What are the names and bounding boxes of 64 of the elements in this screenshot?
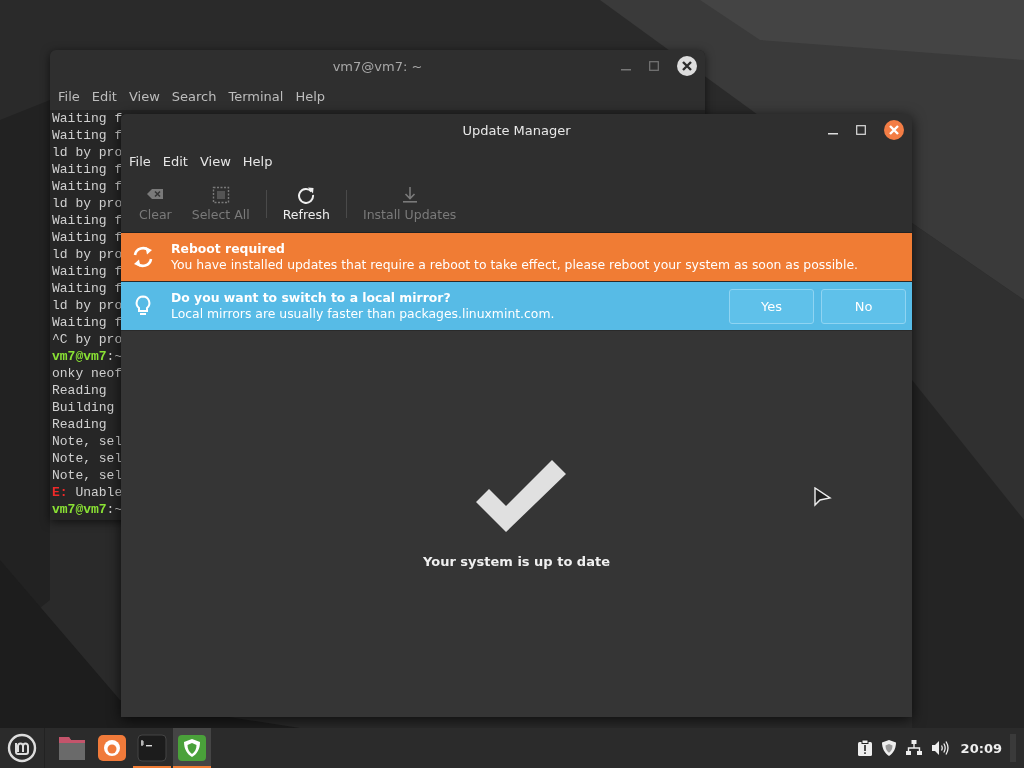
toolbar-button[interactable]: Refresh — [272, 184, 340, 224]
terminal-line: Reading — [52, 382, 107, 399]
terminal-line: Waiting f — [52, 161, 123, 178]
terminal-line: Unable — [74, 484, 123, 501]
terminal-line: Waiting f — [52, 127, 123, 144]
selection-icon — [211, 186, 230, 204]
status-text: Your system is up to date — [423, 553, 610, 569]
prompt-user: vm7@vm7 — [52, 501, 107, 518]
menu-item[interactable]: File — [52, 86, 86, 106]
terminal-line: Waiting f — [52, 110, 123, 127]
shield-icon — [177, 734, 207, 762]
terminal-line: Waiting f — [52, 229, 123, 246]
menu-item[interactable]: Edit — [85, 86, 123, 106]
prompt-user: vm7@vm7 — [52, 348, 107, 365]
window-title: vm7@vm7: ~ — [332, 58, 423, 74]
terminal-line: onky neof — [52, 365, 123, 382]
terminal-line: Waiting f — [52, 280, 123, 297]
taskbar-app[interactable] — [173, 728, 211, 768]
clipboard-alert-icon[interactable] — [856, 739, 873, 757]
terminal-line: Building — [52, 399, 115, 416]
info-message: Local mirrors are usually faster than packages.linuxmint.com. — [171, 306, 556, 322]
terminal-line: ld by pro — [52, 246, 123, 263]
terminal-line: Waiting f — [52, 263, 123, 280]
terminal-line: Reading — [52, 416, 107, 433]
terminal-line: Note, sel — [52, 433, 123, 450]
prompt-path: :~ — [106, 501, 123, 518]
clock[interactable]: 20:09 — [960, 740, 1002, 756]
terminal-line: Note, sel — [52, 450, 123, 467]
terminal-line: Waiting f — [52, 314, 123, 331]
terminal-line: ld by pro — [52, 297, 123, 314]
menu-item[interactable]: View — [193, 151, 237, 171]
menu-item[interactable]: Terminal — [222, 86, 290, 106]
volume-icon[interactable] — [930, 739, 949, 757]
terminal-line: ld by pro — [52, 144, 123, 161]
close-icon[interactable] — [884, 120, 904, 140]
terminal-line: Note, sel — [52, 467, 123, 484]
close-icon[interactable] — [677, 56, 697, 76]
checkmark-icon — [475, 459, 566, 532]
menu-item[interactable]: Search — [165, 86, 223, 106]
menu-item[interactable]: Help — [236, 151, 279, 171]
network-icon[interactable] — [904, 739, 923, 757]
download-icon — [400, 186, 419, 204]
menu-icon[interactable] — [7, 733, 37, 763]
window-title: Update Manager — [462, 122, 571, 138]
info-title: Reboot required — [171, 241, 286, 257]
shield-icon[interactable] — [880, 739, 897, 757]
terminal-line: Waiting f — [52, 178, 123, 195]
refresh-icon — [131, 245, 155, 269]
terminal-icon — [137, 734, 167, 762]
folder-icon — [57, 734, 87, 762]
menu-item[interactable]: Edit — [156, 151, 194, 171]
info-title: Do you want to switch to a local mirror? — [171, 290, 452, 306]
refresh-icon — [297, 186, 316, 204]
menu-item[interactable]: Help — [289, 86, 332, 106]
info-message: You have installed updates that require a reboot to take effect, please reboot your system as soon as possible. — [171, 257, 859, 273]
terminal-line: ld by pro — [52, 195, 123, 212]
browser-icon — [97, 734, 127, 762]
menu-item[interactable]: View — [122, 86, 166, 106]
terminal-line: ^C by pro — [52, 331, 123, 348]
cursor-icon — [814, 487, 832, 507]
prompt-path: :~ — [106, 348, 123, 365]
error-prefix: E: — [52, 484, 68, 501]
terminal-line: Waiting f — [52, 212, 123, 229]
menu-item[interactable]: File — [123, 151, 157, 171]
